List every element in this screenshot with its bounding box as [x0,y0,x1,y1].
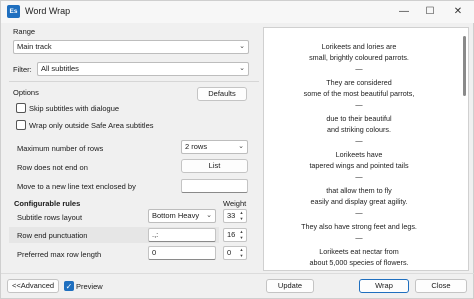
punctuation-weight[interactable]: 16 ▲ ▼ [223,228,247,242]
track-select[interactable]: Main track ⌄ [13,40,249,54]
preview-scrollbar[interactable] [463,36,466,96]
skip-dialogue-label: Skip subtitles with dialogue [29,104,120,113]
preview-line: easily and display great agility. [310,197,408,206]
rule-label-punctuation: Row end punctuation [17,231,88,240]
preview-label: Preview [76,282,103,291]
list-button[interactable]: List [181,159,248,173]
minimize-button[interactable]: — [393,4,415,20]
max-rows-label: Maximum number of rows [17,144,104,153]
update-button[interactable]: Update [266,279,314,293]
skip-dialogue-checkbox[interactable] [16,103,26,113]
row-not-end-label: Row does not end on [17,163,88,172]
window-title: Word Wrap [25,6,71,16]
preview-separator: — [355,100,363,109]
preview-separator: — [355,136,363,145]
preview-line: small, brightly coloured parrots. [309,53,409,62]
app-icon: Es [7,5,20,18]
defaults-button[interactable]: Defaults [197,87,247,101]
spin-arrows-icon[interactable]: ▲ ▼ [238,229,245,241]
preview-line: that allow them to fly [326,186,392,195]
rule-label-rows-layout: Subtitle rows layout [17,213,83,222]
preview-separator: — [355,208,363,217]
spin-arrows-icon[interactable]: ▲ ▼ [238,247,245,259]
preview-panel[interactable]: Lorikeets and lories are small, brightly … [263,27,469,271]
max-length-weight[interactable]: 0 ▲ ▼ [223,246,247,260]
rule-label-max-length: Preferred max row length [17,250,102,259]
filter-select-value: All subtitles [41,64,79,73]
preview-line: some of the most beautiful parrots, [303,89,415,98]
maximize-button[interactable]: ☐ [419,4,441,20]
preview-line: They also have strong feet and legs. [301,222,417,231]
punctuation-input[interactable]: .,: [148,228,216,242]
preview-line: They are considered [326,78,392,87]
wrap-outside-label: Wrap only outside Safe Area subtitles [29,121,154,130]
chevron-down-icon: ⌄ [206,212,212,219]
rows-layout-weight-value: 33 [227,211,236,220]
max-length-weight-value: 0 [227,248,232,257]
spin-arrows-icon[interactable]: ▲ ▼ [238,210,245,222]
preview-line: tapered wings and pointed tails [309,161,409,170]
preview-line: Lorikeets have [335,150,383,159]
weight-heading: Weight [223,199,247,208]
wrap-button[interactable]: Wrap [359,279,409,293]
preview-checkbox[interactable]: ✓ [64,281,74,291]
wrap-outside-checkbox[interactable] [16,120,26,130]
preview-separator: — [355,233,363,242]
range-heading: Range [13,27,36,36]
preview-separator: — [355,172,363,181]
max-rows-select[interactable]: 2 rows ⌄ [181,140,248,154]
chevron-down-icon: ⌄ [239,65,245,72]
move-enclosed-input[interactable] [181,179,248,193]
preview-line: and striking colours. [327,125,391,134]
filter-select[interactable]: All subtitles ⌄ [37,62,249,76]
close-window-button[interactable]: ✕ [447,4,469,20]
rules-heading: Configurable rules [14,199,81,208]
preview-line: Lorikeets eat nectar from [319,247,399,256]
rows-layout-weight[interactable]: 33 ▲ ▼ [223,209,247,223]
preview-separator: — [355,64,363,73]
advanced-button[interactable]: <<Advanced [7,279,59,293]
title-bar: Es Word Wrap — ☐ ✕ [1,1,474,23]
preview-line: due to their beautiful [326,114,392,123]
chevron-down-icon: ⌄ [238,143,244,150]
footer-divider [1,273,474,274]
preview-line: about 5,000 species of flowers. [309,258,409,267]
preview-line: Lorikeets and lories are [321,42,397,51]
max-rows-value: 2 rows [185,142,208,151]
options-heading: Options [13,88,39,97]
track-select-value: Main track [17,42,52,51]
close-button[interactable]: Close [415,279,467,293]
max-length-input[interactable]: 0 [148,246,216,260]
filter-label: Filter: [13,65,32,74]
chevron-down-icon: ⌄ [239,43,245,50]
punctuation-weight-value: 16 [227,230,236,239]
rows-layout-select[interactable]: Bottom Heavy ⌄ [148,209,216,223]
rows-layout-value: Bottom Heavy [152,211,200,220]
move-enclosed-label: Move to a new line text enclosed by [17,182,136,191]
range-divider [9,81,259,82]
word-wrap-window: Es Word Wrap — ☐ ✕ Range Main track ⌄ Fi… [0,0,474,299]
